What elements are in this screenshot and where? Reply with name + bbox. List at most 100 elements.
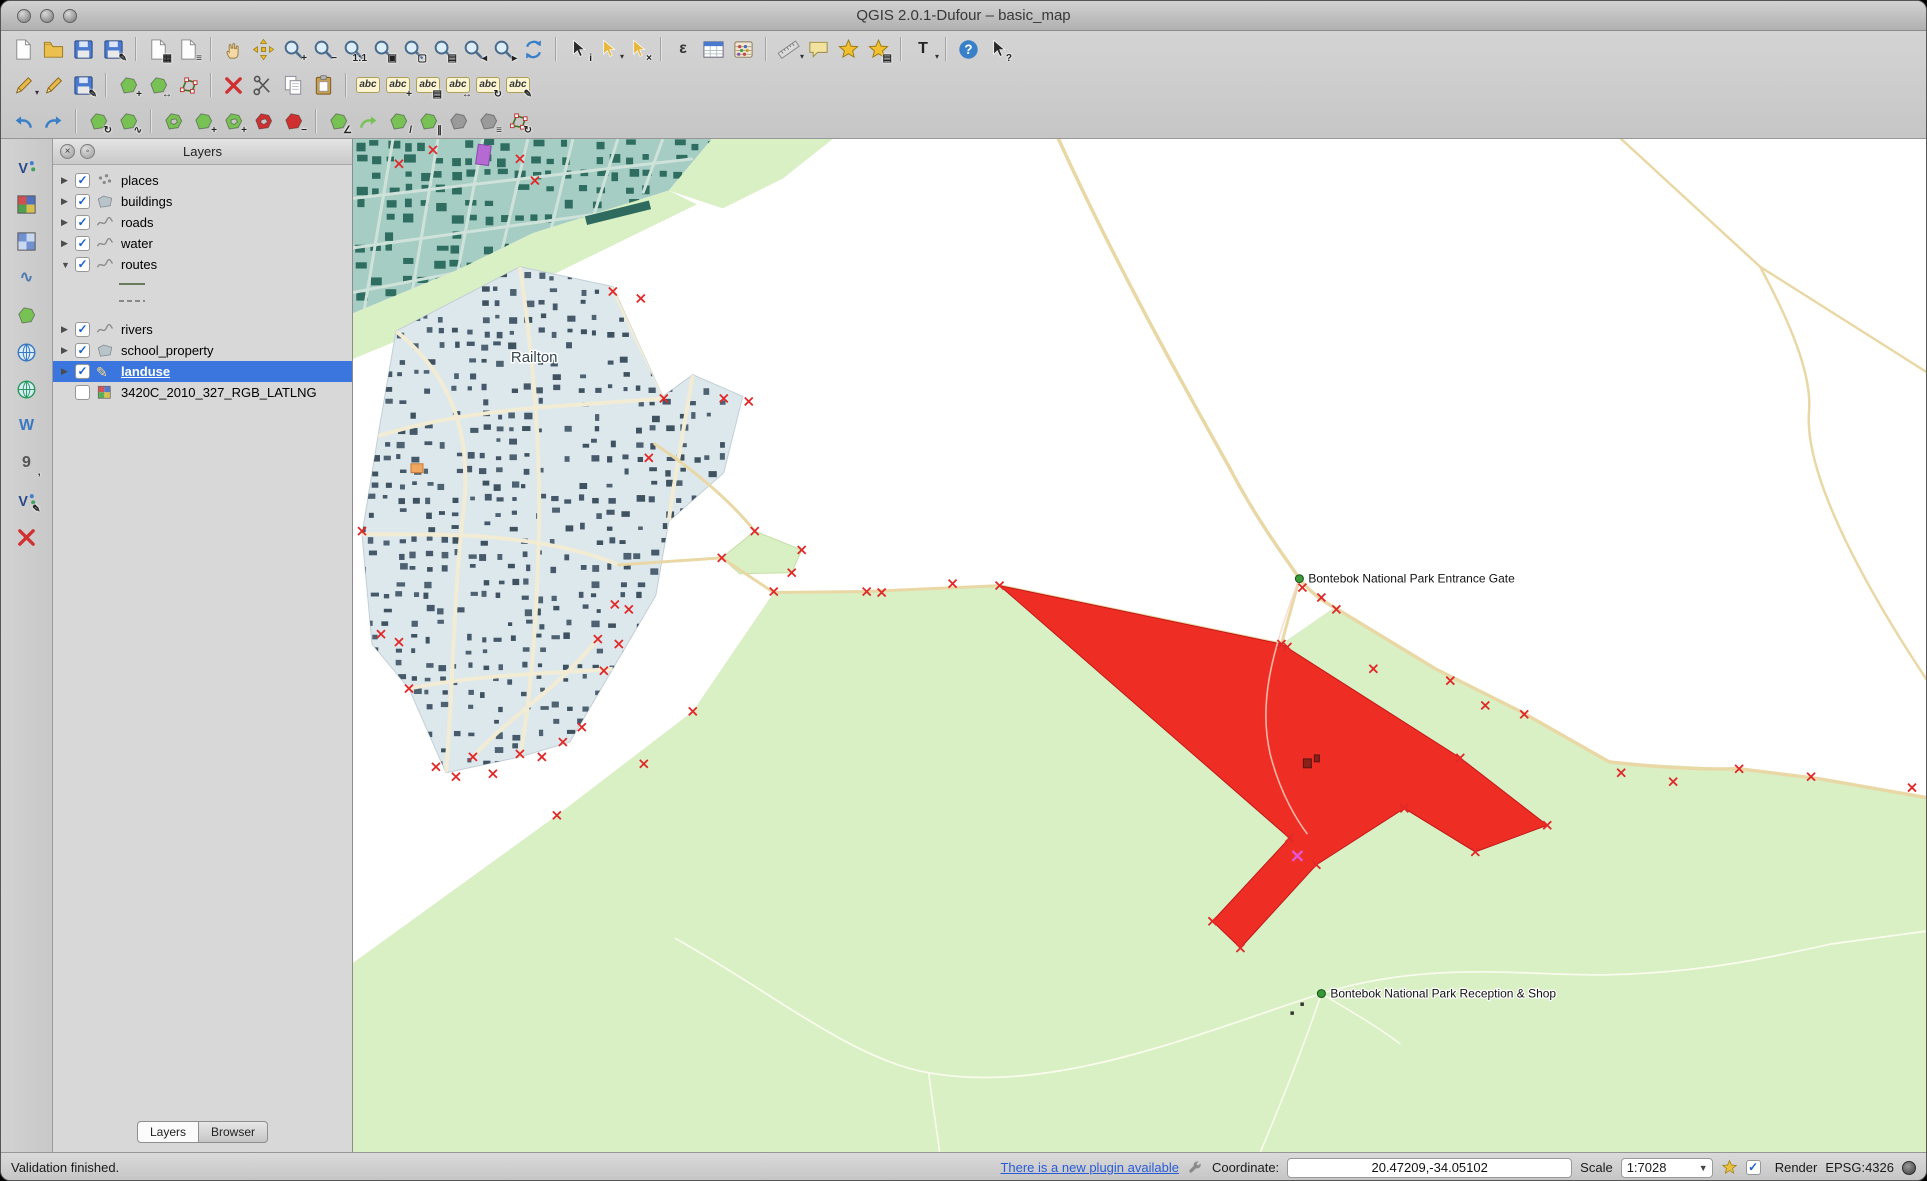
panel-close-button[interactable]: × xyxy=(60,144,75,159)
measure-line-button[interactable]: ▾ xyxy=(774,35,802,63)
add-wms-layer-button[interactable] xyxy=(13,338,41,366)
field-calculator-button[interactable] xyxy=(729,35,757,63)
remove-layer-button[interactable] xyxy=(13,523,41,551)
plugin-link[interactable]: There is a new plugin available xyxy=(1000,1160,1179,1175)
layer-checkbox[interactable]: ✓ xyxy=(75,215,90,230)
add-part-button[interactable]: + xyxy=(189,107,217,135)
coordinate-input[interactable] xyxy=(1287,1158,1572,1178)
add-postgis-layer-button[interactable] xyxy=(13,227,41,255)
open-attribute-table-button[interactable] xyxy=(699,35,727,63)
crs-status-icon[interactable] xyxy=(1902,1161,1916,1175)
layer-item-3420C_2010_327_RGB_LATLNG[interactable]: 3420C_2010_327_RGB_LATLNG xyxy=(53,382,352,403)
cut-features-button[interactable] xyxy=(249,71,277,99)
add-feature-button[interactable]: + xyxy=(114,71,142,99)
map-tips-button[interactable] xyxy=(804,35,832,63)
expander-icon[interactable]: ▶ xyxy=(61,345,75,356)
zoom-native-button[interactable]: 1:1 xyxy=(339,35,367,63)
expander-icon[interactable]: ▼ xyxy=(61,260,75,270)
zoom-last-button[interactable]: ◂ xyxy=(459,35,487,63)
panel-float-button[interactable]: ◦ xyxy=(80,144,95,159)
add-wfs-layer-button[interactable]: W xyxy=(13,412,41,440)
paste-features-button[interactable] xyxy=(309,71,337,99)
map-canvas[interactable]: Bontebok National Park Entrance Gate Bon… xyxy=(353,139,1926,1152)
zoom-to-layer-button[interactable]: ▤ xyxy=(429,35,457,63)
zoom-next-button[interactable]: ▸ xyxy=(489,35,517,63)
rotate-feature-button[interactable]: ↻ xyxy=(84,107,112,135)
pin-labels-button[interactable]: abc+ xyxy=(384,71,412,99)
show-bookmarks-button[interactable]: ▤ xyxy=(864,35,892,63)
expander-icon[interactable]: ▶ xyxy=(61,366,75,377)
layer-item-water[interactable]: ▶✓water xyxy=(53,233,352,254)
expander-icon[interactable]: ▶ xyxy=(61,217,75,228)
save-project-as-button[interactable]: ✎ xyxy=(99,35,127,63)
toggle-editing-button[interactable] xyxy=(39,71,67,99)
pan-to-selection-button[interactable] xyxy=(249,35,277,63)
tab-layers[interactable]: Layers xyxy=(137,1121,199,1143)
move-feature-button[interactable]: ↔ xyxy=(144,71,172,99)
merge-features-button[interactable] xyxy=(444,107,472,135)
deselect-features-button[interactable]: × xyxy=(624,35,652,63)
simplify-feature-button[interactable]: ∿ xyxy=(114,107,142,135)
layer-item-rivers[interactable]: ▶✓rivers xyxy=(53,319,352,340)
open-project-button[interactable] xyxy=(39,35,67,63)
layer-checkbox[interactable]: ✓ xyxy=(75,322,90,337)
layer-checkbox[interactable]: ✓ xyxy=(75,343,90,358)
undo-button[interactable] xyxy=(9,107,37,135)
redo-button[interactable] xyxy=(39,107,67,135)
delete-ring-button[interactable] xyxy=(249,107,277,135)
render-checkbox[interactable]: ✓ xyxy=(1746,1160,1761,1175)
copy-features-button[interactable] xyxy=(279,71,307,99)
refresh-map-button[interactable] xyxy=(519,35,547,63)
save-layer-edits-button[interactable]: ✎ xyxy=(69,71,97,99)
select-by-expression-button[interactable]: ε xyxy=(669,35,697,63)
new-project-button[interactable] xyxy=(9,35,37,63)
layer-checkbox[interactable]: ✓ xyxy=(75,257,90,272)
zoom-full-button[interactable]: ▣ xyxy=(369,35,397,63)
expander-icon[interactable]: ▶ xyxy=(61,324,75,335)
rotate-label-button[interactable]: abc↻ xyxy=(474,71,502,99)
move-label-button[interactable]: abc↔ xyxy=(444,71,472,99)
layer-item-buildings[interactable]: ▶✓buildings xyxy=(53,191,352,212)
layer-item-places[interactable]: ▶✓places xyxy=(53,170,352,191)
highlight-pinned-labels-button[interactable]: abc▤ xyxy=(414,71,442,99)
layer-item-landuse[interactable]: ▶✓✎landuse xyxy=(53,361,352,382)
expander-icon[interactable]: ▶ xyxy=(61,175,75,186)
save-project-button[interactable] xyxy=(69,35,97,63)
layer-checkbox[interactable]: ✓ xyxy=(75,194,90,209)
tab-browser[interactable]: Browser xyxy=(199,1121,268,1143)
minimize-button[interactable] xyxy=(40,9,54,23)
zoom-button[interactable] xyxy=(63,9,77,23)
offset-curve-button[interactable] xyxy=(354,107,382,135)
zoom-out-button[interactable]: − xyxy=(309,35,337,63)
rotate-point-symbols-button[interactable]: ↻ xyxy=(504,107,532,135)
add-ring-button[interactable] xyxy=(159,107,187,135)
pan-map-button[interactable] xyxy=(219,35,247,63)
composer-manager-button[interactable]: ≡ xyxy=(174,35,202,63)
log-messages-icon[interactable] xyxy=(1721,1159,1738,1176)
zoom-in-button[interactable]: + xyxy=(279,35,307,63)
plugin-icon[interactable] xyxy=(1187,1159,1204,1176)
layer-item-routes[interactable]: ▼✓routes xyxy=(53,254,352,275)
zoom-to-selection-button[interactable]: ▢ xyxy=(399,35,427,63)
current-edits-button[interactable]: ▾ xyxy=(9,71,37,99)
layer-item-roads[interactable]: ▶✓roads xyxy=(53,212,352,233)
expander-icon[interactable]: ▶ xyxy=(61,238,75,249)
fill-ring-button[interactable]: + xyxy=(219,107,247,135)
layer-checkbox[interactable]: ✓ xyxy=(75,364,90,379)
new-shapefile-layer-button[interactable]: ✎ xyxy=(13,486,41,514)
change-label-button[interactable]: abc✎ xyxy=(504,71,532,99)
delete-selected-button[interactable] xyxy=(219,71,247,99)
reshape-features-button[interactable]: ∠ xyxy=(324,107,352,135)
split-parts-button[interactable]: ∥ xyxy=(414,107,442,135)
layer-checkbox[interactable]: ✓ xyxy=(75,173,90,188)
node-tool-button[interactable] xyxy=(174,71,202,99)
add-delimited-text-layer-button[interactable]: 9, xyxy=(13,449,41,477)
add-spatialite-layer-button[interactable]: ∿ xyxy=(13,264,41,292)
whats-this-button[interactable]: ? xyxy=(984,35,1012,63)
select-features-button[interactable]: ▾ xyxy=(594,35,622,63)
layer-item-school_property[interactable]: ▶✓school_property xyxy=(53,340,352,361)
labeling-options-button[interactable]: abc xyxy=(354,71,382,99)
merge-attributes-button[interactable]: ≡ xyxy=(474,107,502,135)
new-print-composer-button[interactable]: ▦ xyxy=(144,35,172,63)
add-wcs-layer-button[interactable] xyxy=(13,375,41,403)
